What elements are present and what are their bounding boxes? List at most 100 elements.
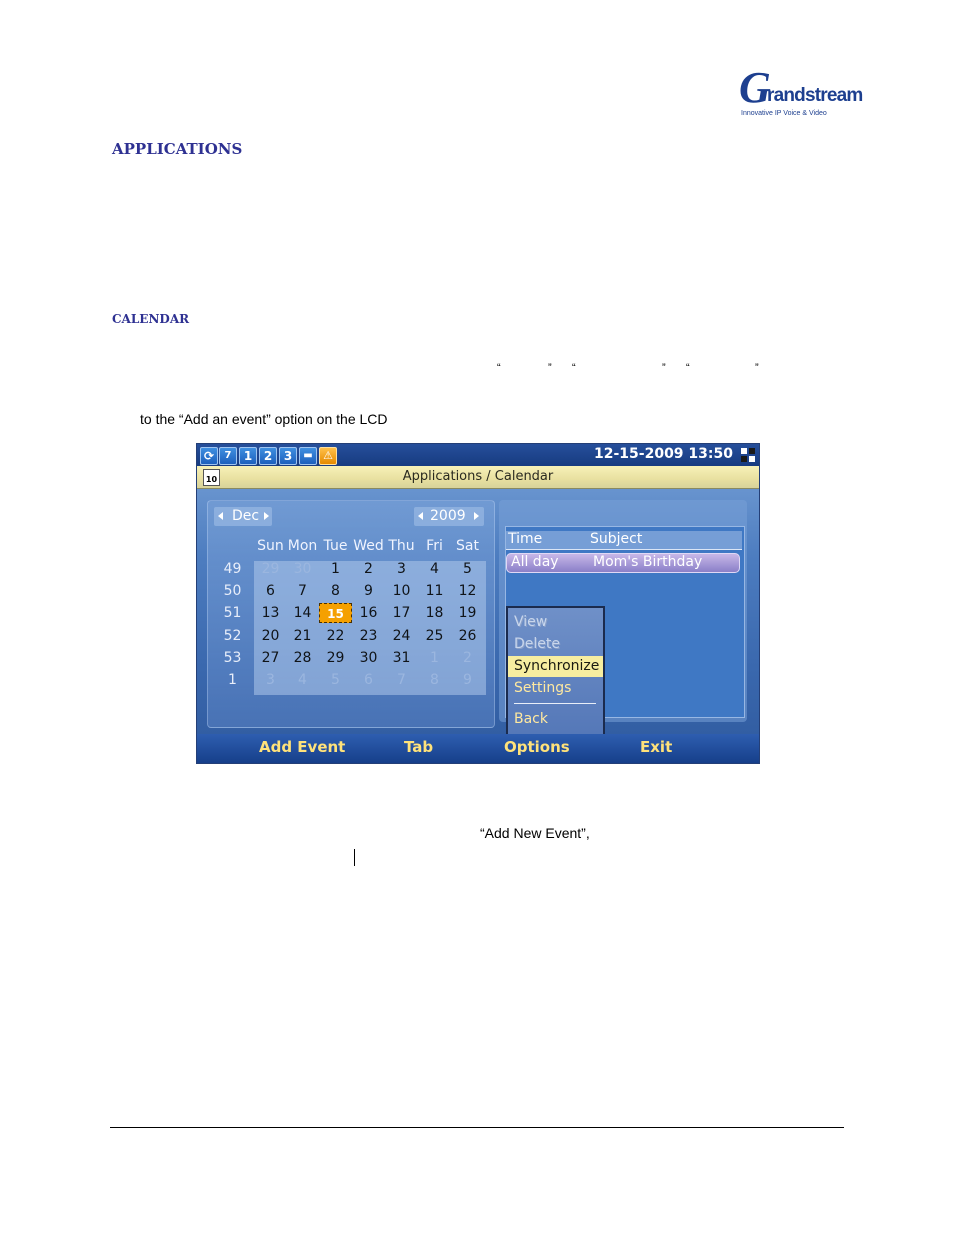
logo-initial: G xyxy=(739,63,771,112)
calendar-day[interactable]: 18 xyxy=(418,603,451,623)
section-heading: APPLICATIONS xyxy=(112,140,243,158)
calendar-day[interactable]: 1 xyxy=(418,648,451,668)
line-2-icon[interactable]: 2 xyxy=(259,447,277,465)
grid-icon xyxy=(741,448,755,462)
calendar-day[interactable]: 2 xyxy=(352,559,385,579)
calendar-day[interactable]: 6 xyxy=(254,581,287,601)
calendar-day[interactable]: 30 xyxy=(286,559,319,579)
calendar-day[interactable]: 8 xyxy=(319,581,352,601)
event-list-header: Time Subject xyxy=(506,531,742,550)
week-number: 50 xyxy=(223,583,242,600)
arrow-left-icon[interactable] xyxy=(418,512,423,520)
title-bar: 10 Applications / Calendar xyxy=(197,466,759,489)
sub-heading: CALENDAR xyxy=(112,312,190,326)
lcd-screen: ⟳ 7 1 2 3 ▬ ⚠ 12-15-2009 13:50 10 Applic… xyxy=(196,443,760,764)
calendar-day[interactable]: 28 xyxy=(286,648,319,668)
quote-mark: “ xyxy=(686,362,690,374)
calendar-day[interactable]: 6 xyxy=(352,670,385,690)
calendar-day[interactable]: 5 xyxy=(319,670,352,690)
folder-icon: ▬ xyxy=(299,447,317,465)
calendar-day[interactable]: 30 xyxy=(352,648,385,668)
calendar-day[interactable]: 21 xyxy=(286,626,319,646)
softkey-tab[interactable]: Tab xyxy=(404,738,433,756)
softkey-options[interactable]: Options xyxy=(504,738,570,756)
calendar-day[interactable]: 3 xyxy=(385,559,418,579)
speaker-level: 7 xyxy=(224,450,232,461)
status-datetime: 12-15-2009 13:50 xyxy=(594,446,733,462)
calendar-panel: Dec 2009 Sun Mon Tue Wed Thu Fri Sat 49 29 30 1 2 3 4… xyxy=(207,500,495,728)
calendar-day[interactable]: 27 xyxy=(254,648,287,668)
calendar-day[interactable]: 19 xyxy=(451,603,484,623)
year-label: 2009 xyxy=(430,508,466,524)
calendar-day[interactable]: 16 xyxy=(352,603,385,623)
week-number: 53 xyxy=(223,649,242,666)
menu-divider xyxy=(514,703,596,704)
calendar-day[interactable]: 23 xyxy=(352,626,385,646)
calendar-day[interactable]: 2 xyxy=(451,648,484,668)
calendar-day[interactable]: 5 xyxy=(451,559,484,579)
calendar-day[interactable]: 24 xyxy=(385,626,418,646)
screen-title: Applications / Calendar xyxy=(402,469,554,484)
status-bar: ⟳ 7 1 2 3 ▬ ⚠ 12-15-2009 13:50 xyxy=(197,444,759,466)
arrow-left-icon[interactable] xyxy=(218,512,223,520)
line-number: 3 xyxy=(283,449,293,463)
calendar-day[interactable]: 10 xyxy=(385,581,418,601)
calendar-day[interactable]: 9 xyxy=(451,670,484,690)
softkey-exit[interactable]: Exit xyxy=(640,738,672,756)
calendar-day[interactable]: 1 xyxy=(319,559,352,579)
softkey-add-event[interactable]: Add Event xyxy=(259,738,345,756)
week-number: 51 xyxy=(223,605,242,622)
calendar-day[interactable]: 20 xyxy=(254,626,287,646)
line-3-icon[interactable]: 3 xyxy=(279,447,297,465)
weekday-header: Fri xyxy=(426,538,443,554)
weekday-header: Mon xyxy=(287,538,318,554)
calendar-day[interactable]: 13 xyxy=(254,603,287,623)
calendar-day[interactable]: 7 xyxy=(385,670,418,690)
quote-mark: ” xyxy=(548,362,552,374)
calendar-day[interactable]: 31 xyxy=(385,648,418,668)
calendar-day[interactable]: 25 xyxy=(418,626,451,646)
calendar-day[interactable]: 14 xyxy=(286,603,319,623)
sync-icon: ⟳ xyxy=(200,447,218,465)
grandstream-logo: G randstream Innovative IP Voice & Video xyxy=(735,60,863,122)
weekday-header: Wed xyxy=(353,538,384,554)
calendar-day[interactable]: 9 xyxy=(352,581,385,601)
speaker-icon: 7 xyxy=(219,447,237,465)
calendar-day[interactable]: 29 xyxy=(254,559,287,579)
calendar-day[interactable]: 8 xyxy=(418,670,451,690)
line-1-icon[interactable]: 1 xyxy=(239,447,257,465)
logo-tagline: Innovative IP Voice & Video xyxy=(741,110,827,117)
text-cursor xyxy=(354,849,355,866)
calendar-day[interactable]: 11 xyxy=(418,581,451,601)
menu-item-synchronize[interactable]: Synchronize xyxy=(508,656,603,677)
menu-item-view[interactable]: View xyxy=(508,612,603,633)
week-number: 52 xyxy=(223,627,242,644)
calendar-day[interactable]: 26 xyxy=(451,626,484,646)
calendar-day[interactable]: 29 xyxy=(319,648,352,668)
instruction-text: to the “Add an event” option on the LCD xyxy=(140,411,388,427)
quote-mark: “ xyxy=(497,362,501,374)
menu-item-delete[interactable]: Delete xyxy=(508,634,603,655)
calendar-day[interactable]: 4 xyxy=(286,670,319,690)
calendar-day[interactable]: 3 xyxy=(254,670,287,690)
arrow-right-icon[interactable] xyxy=(474,512,479,520)
calendar-day[interactable]: 17 xyxy=(385,603,418,623)
line-number: 1 xyxy=(243,449,253,463)
arrow-right-icon[interactable] xyxy=(264,512,269,520)
month-selector[interactable]: Dec xyxy=(214,507,272,526)
weekday-header: Thu xyxy=(388,538,415,554)
calendar-day-selected[interactable]: 15 xyxy=(319,603,352,624)
year-selector[interactable]: 2009 xyxy=(414,507,484,526)
calendar-day[interactable]: 22 xyxy=(319,626,352,646)
menu-item-settings[interactable]: Settings xyxy=(508,678,603,699)
weekday-header: Sat xyxy=(456,538,479,554)
event-row[interactable]: All day Mom's Birthday xyxy=(506,553,740,573)
calendar-day[interactable]: 12 xyxy=(451,581,484,601)
quote-mark: ” xyxy=(662,362,666,374)
menu-item-back[interactable]: Back xyxy=(508,709,603,730)
calendar-day[interactable]: 7 xyxy=(286,581,319,601)
quote-mark: ” xyxy=(755,362,759,374)
calendar-day[interactable]: 4 xyxy=(418,559,451,579)
week-number: 49 xyxy=(223,561,242,577)
warning-icon: ⚠ xyxy=(319,447,337,465)
